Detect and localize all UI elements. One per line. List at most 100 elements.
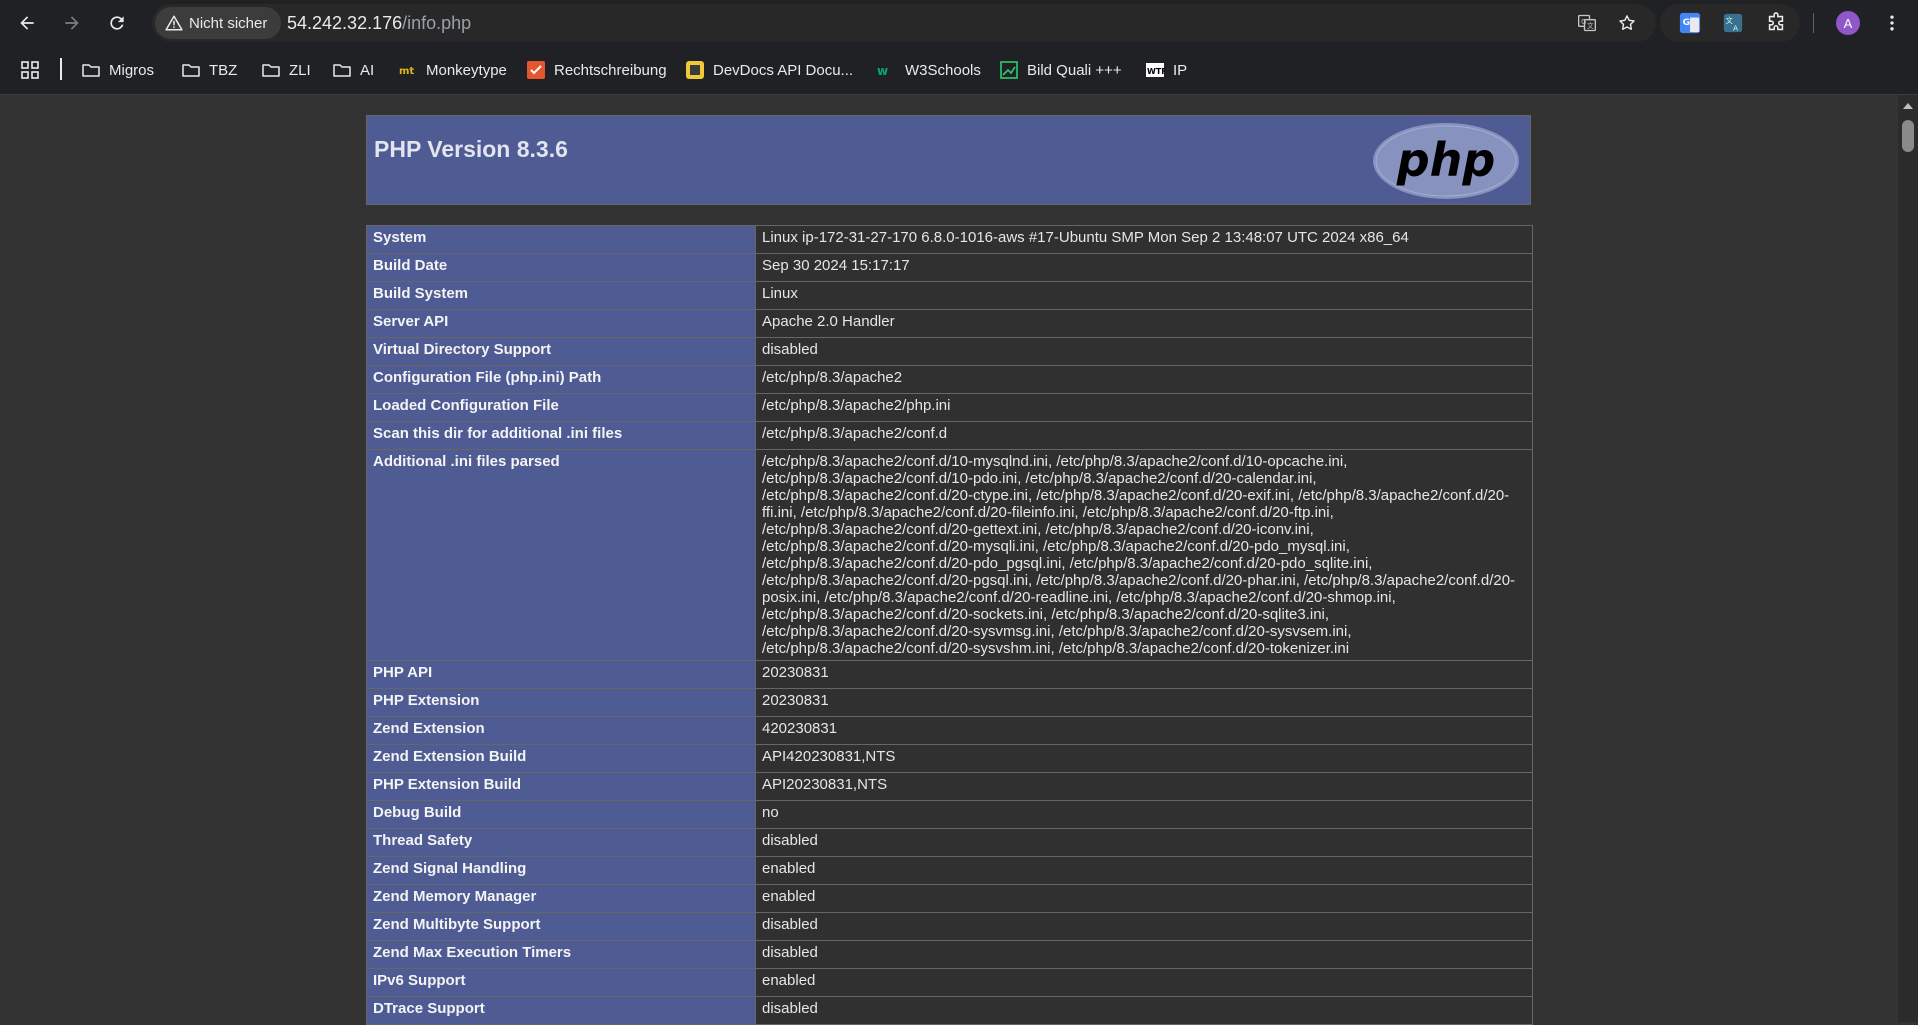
row-value: disabled: [755, 940, 1533, 969]
row-key: Zend Max Execution Timers: [366, 940, 756, 969]
bookmark-label: IP: [1173, 61, 1188, 79]
row-value: /etc/php/8.3/apache2/php.ini: [755, 393, 1533, 422]
vertical-scrollbar[interactable]: [1898, 95, 1918, 1022]
star-icon: [1619, 15, 1635, 30]
devdocs-icon: [685, 60, 705, 80]
row-value: 420230831: [755, 716, 1533, 745]
table-row: Virtual Directory Support disabled: [366, 337, 1533, 366]
translate-page-button[interactable]: G文: [1575, 11, 1599, 35]
bookmark-label: Monkeytype: [426, 61, 507, 79]
bookmark-star-button[interactable]: [1615, 11, 1639, 35]
url-text[interactable]: 54.242.32.176/info.php: [287, 13, 471, 34]
bookmark-w3schools[interactable]: w W3Schools: [877, 56, 981, 84]
puzzle-icon: [1768, 12, 1784, 31]
table-row: PHP Extension 20230831: [366, 688, 1533, 717]
scroll-up-arrow[interactable]: [1903, 103, 1913, 109]
svg-text:G: G: [1581, 18, 1586, 26]
bookmarks-separator: [60, 58, 62, 80]
row-value: enabled: [755, 884, 1533, 913]
table-row: DTrace Support disabled: [366, 996, 1533, 1025]
url-path: /info.php: [402, 13, 472, 33]
bookmark-label: Migros: [109, 61, 155, 79]
row-key: Configuration File (php.ini) Path: [366, 365, 756, 394]
browser-menu-button[interactable]: [1880, 11, 1904, 35]
apps-grid-icon: [20, 60, 40, 80]
row-value: disabled: [755, 828, 1533, 857]
row-value: /etc/php/8.3/apache2: [755, 365, 1533, 394]
scroll-thumb[interactable]: [1902, 120, 1914, 152]
table-row: PHP Extension Build API20230831,NTS: [366, 772, 1533, 801]
row-key: Scan this dir for additional .ini files: [366, 421, 756, 450]
bookmarks-bar: Migros TBZ ZLI AI mt Monkeytype Rechtsch…: [0, 46, 1918, 95]
table-row: Server API Apache 2.0 Handler: [366, 309, 1533, 338]
table-row: Zend Memory Manager enabled: [366, 884, 1533, 913]
toolbar-divider: [1813, 13, 1814, 33]
bookmark-rechtschreibung[interactable]: Rechtschreibung: [526, 56, 667, 84]
row-key: PHP Extension Build: [366, 772, 756, 801]
bild-quali-icon: [999, 60, 1019, 80]
php-logo[interactable]: php: [1370, 120, 1522, 202]
row-key: Loaded Configuration File: [366, 393, 756, 422]
row-key: PHP Extension: [366, 688, 756, 717]
row-value: 20230831: [755, 660, 1533, 689]
table-row: Zend Max Execution Timers disabled: [366, 940, 1533, 969]
bookmark-label: AI: [360, 61, 375, 79]
row-value: Apache 2.0 Handler: [755, 309, 1533, 338]
row-value: API20230831,NTS: [755, 772, 1533, 801]
bookmark-monkeytype[interactable]: mt Monkeytype: [398, 56, 507, 84]
row-key: Build System: [366, 281, 756, 310]
row-key: Debug Build: [366, 800, 756, 829]
row-value: disabled: [755, 337, 1533, 366]
table-row: Loaded Configuration File/etc/php/8.3/ap…: [366, 393, 1533, 422]
table-row: Scan this dir for additional .ini files /…: [366, 421, 1533, 450]
php-header: PHP Version 8.3.6 php: [366, 115, 1531, 205]
folder-icon: [261, 60, 281, 80]
row-value: no: [755, 800, 1533, 829]
bookmark-devdocs[interactable]: DevDocs API Docu...: [685, 56, 853, 84]
row-value: enabled: [755, 856, 1533, 885]
row-key: Build Date: [366, 253, 756, 282]
row-key: Zend Extension: [366, 716, 756, 745]
kebab-menu-icon: [1890, 15, 1894, 31]
profile-avatar[interactable]: A: [1836, 11, 1860, 35]
forward-button[interactable]: [56, 7, 88, 39]
table-row: Thread Safety disabled: [366, 828, 1533, 857]
row-key: IPv6 Support: [366, 968, 756, 997]
svg-text:WTF: WTF: [1147, 67, 1165, 76]
monkeytype-icon: mt: [398, 60, 418, 80]
row-key: Zend Extension Build: [366, 744, 756, 773]
address-bar[interactable]: Nicht sicher 54.242.32.176/info.php G文: [152, 4, 1656, 42]
reload-icon: [110, 16, 124, 30]
bookmark-tbz[interactable]: TBZ: [181, 56, 237, 84]
browser-toolbar: Nicht sicher 54.242.32.176/info.php G文 G…: [0, 0, 1918, 46]
bookmark-ip[interactable]: WTF IP: [1145, 56, 1187, 84]
google-translate-extension[interactable]: G: [1679, 12, 1701, 34]
bookmark-ai[interactable]: AI: [332, 56, 374, 84]
row-key: Thread Safety: [366, 828, 756, 857]
bookmark-bild-quali[interactable]: Bild Quali +++: [999, 56, 1122, 84]
table-row: PHP API 20230831: [366, 660, 1533, 689]
google-translate-icon: G: [1679, 12, 1701, 34]
bookmark-migros[interactable]: Migros: [81, 56, 154, 84]
row-key: PHP API: [366, 660, 756, 689]
reload-button[interactable]: [101, 7, 133, 39]
bookmark-label: ZLI: [289, 61, 311, 79]
folder-icon: [181, 60, 201, 80]
security-indicator[interactable]: Nicht sicher: [155, 7, 282, 39]
table-row: Zend Multibyte Support disabled: [366, 912, 1533, 941]
apps-button[interactable]: [20, 56, 40, 84]
extensions-button[interactable]: [1765, 12, 1787, 34]
back-button[interactable]: [11, 7, 43, 39]
extensions-area: G 文A: [1660, 4, 1800, 42]
dictionary-extension[interactable]: 文A: [1722, 12, 1744, 34]
table-row: Zend Extension 420230831: [366, 716, 1533, 745]
table-row: IPv6 Support enabled: [366, 968, 1533, 997]
row-key: Zend Signal Handling: [366, 856, 756, 885]
security-label: Nicht sicher: [189, 14, 268, 32]
url-host: 54.242.32.176: [287, 13, 403, 33]
bookmark-zli[interactable]: ZLI: [261, 56, 311, 84]
row-key: Zend Memory Manager: [366, 884, 756, 913]
table-row: Debug Build no: [366, 800, 1533, 829]
bookmark-label: Bild Quali +++: [1027, 61, 1122, 79]
bookmark-label: TBZ: [209, 61, 238, 79]
